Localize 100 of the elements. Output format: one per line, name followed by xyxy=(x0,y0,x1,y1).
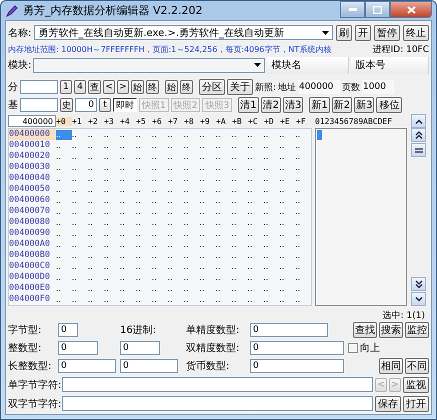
byte-cell[interactable]: .. xyxy=(279,228,296,238)
byte-cell[interactable]: .. xyxy=(88,272,104,282)
byte-cell[interactable]: .. xyxy=(279,162,296,172)
byte-cell[interactable]: .. xyxy=(152,228,168,238)
nav-button[interactable]: 1 xyxy=(60,80,72,94)
byte-cell[interactable]: .. xyxy=(279,196,296,206)
byte-cell[interactable]: .. xyxy=(295,228,312,238)
byte-cell[interactable]: .. xyxy=(279,284,296,294)
byte-cell[interactable]: .. xyxy=(72,262,88,272)
byte-cell[interactable]: .. xyxy=(56,206,72,216)
byte-cell[interactable]: .. xyxy=(72,206,88,216)
byte-cell[interactable]: .. xyxy=(263,272,280,282)
byte-cell[interactable]: .. xyxy=(168,250,184,260)
byte-cell[interactable]: .. xyxy=(72,196,88,206)
byte-cell[interactable]: .. xyxy=(295,272,312,282)
byte-cell[interactable]: .. xyxy=(247,294,264,304)
address-field[interactable]: 400000 xyxy=(298,80,340,94)
toolbar-button[interactable]: 保存 xyxy=(375,396,401,412)
byte-cell[interactable]: .. xyxy=(231,174,248,184)
byte-cell[interactable]: .. xyxy=(231,262,248,272)
toolbar-button[interactable]: 清2 xyxy=(260,97,281,113)
byte-cell[interactable]: .. xyxy=(183,140,200,150)
history-button[interactable]: 史 xyxy=(60,98,73,112)
byte-cell[interactable]: .. xyxy=(120,262,136,272)
page-down-button[interactable] xyxy=(411,277,426,291)
byte-cell[interactable]: .. xyxy=(136,294,152,304)
byte-cell[interactable]: .. xyxy=(183,162,200,172)
byte-cell[interactable]: .. xyxy=(72,174,88,184)
byte-cell[interactable]: .. xyxy=(72,294,88,304)
byte-cell[interactable]: .. xyxy=(199,206,216,216)
byte-cell[interactable]: .. xyxy=(199,174,216,184)
toolbar-button[interactable]: 新3 xyxy=(354,97,374,113)
byte-cell[interactable]: .. xyxy=(88,294,104,304)
byte-cell[interactable]: .. xyxy=(56,174,72,184)
byte-cell[interactable]: .. xyxy=(120,250,136,260)
byte-cell[interactable]: .. xyxy=(136,206,152,216)
byte-cell[interactable]: .. xyxy=(231,140,248,150)
byte-cell[interactable]: .. xyxy=(168,206,184,216)
byte-cell[interactable]: .. xyxy=(183,250,200,260)
byte-cell[interactable]: .. xyxy=(199,284,216,294)
byte-cell[interactable]: .. xyxy=(72,240,88,250)
byte-cell[interactable]: .. xyxy=(120,206,136,216)
byte-cell[interactable]: .. xyxy=(247,130,264,140)
byte-cell[interactable]: .. xyxy=(168,140,184,150)
center-button[interactable] xyxy=(411,143,426,157)
byte-cell[interactable]: .. xyxy=(279,152,296,162)
byte-cell[interactable]: .. xyxy=(88,284,104,294)
nav-button[interactable]: 始 xyxy=(165,80,178,94)
long-hex-field[interactable]: 0 xyxy=(120,359,178,373)
byte-cell[interactable]: .. xyxy=(295,294,312,304)
byte-cell[interactable]: .. xyxy=(152,240,168,250)
byte-cell[interactable]: .. xyxy=(263,162,280,172)
module-dropdown[interactable] xyxy=(33,58,266,72)
byte-cell[interactable]: .. xyxy=(88,174,104,184)
byte-cell[interactable]: .. xyxy=(231,218,248,228)
byte-cell[interactable]: .. xyxy=(231,284,248,294)
byte-cell[interactable]: .. xyxy=(215,284,232,294)
byte-cell[interactable]: .. xyxy=(152,284,168,294)
byte-cell[interactable]: .. xyxy=(56,152,72,162)
minimize-button[interactable] xyxy=(340,1,365,18)
byte-cell[interactable]: .. xyxy=(104,140,120,150)
byte-cell[interactable]: .. xyxy=(295,206,312,216)
byte-cell[interactable]: .. xyxy=(183,206,200,216)
byte-cell[interactable]: .. xyxy=(247,250,264,260)
byte-cell[interactable]: .. xyxy=(120,130,136,140)
byte-cell[interactable]: .. xyxy=(152,294,168,304)
byte-cell[interactable]: .. xyxy=(56,262,72,272)
byte-cell[interactable]: .. xyxy=(104,228,120,238)
byte-cell[interactable]: .. xyxy=(199,152,216,162)
nav-button[interactable]: > xyxy=(117,80,129,94)
byte-cell[interactable]: .. xyxy=(168,272,184,282)
byte-cell[interactable]: .. xyxy=(199,130,216,140)
byte-cell[interactable]: .. xyxy=(104,196,120,206)
byte-cell[interactable]: .. xyxy=(120,196,136,206)
byte-cell[interactable]: .. xyxy=(168,262,184,272)
byte-cell[interactable]: .. xyxy=(295,218,312,228)
byte-cell[interactable]: .. xyxy=(247,240,264,250)
byte-cell[interactable]: .. xyxy=(56,272,72,282)
byte-cell[interactable]: .. xyxy=(88,240,104,250)
byte-cell[interactable]: .. xyxy=(263,130,280,140)
byte-cell[interactable]: .. xyxy=(215,130,232,140)
byte-cell[interactable]: .. xyxy=(263,140,280,150)
byte-cell[interactable]: .. xyxy=(199,184,216,194)
byte-cell[interactable]: .. xyxy=(247,262,264,272)
byte-cell[interactable]: .. xyxy=(120,218,136,228)
byte-cell[interactable]: .. xyxy=(104,152,120,162)
byte-cell[interactable]: .. xyxy=(136,272,152,282)
byte-cell[interactable]: .. xyxy=(295,184,312,194)
byte-cell[interactable]: .. xyxy=(279,174,296,184)
byte-cell[interactable]: .. xyxy=(231,272,248,282)
single-byte-field[interactable] xyxy=(62,377,373,392)
byte-cell[interactable]: .. xyxy=(263,196,280,206)
byte-cell[interactable]: .. xyxy=(136,162,152,172)
byte-cell[interactable]: .. xyxy=(183,174,200,184)
upward-checkbox[interactable]: 向上 xyxy=(348,341,429,355)
byte-cell[interactable]: .. xyxy=(295,196,312,206)
scroll-up-button[interactable] xyxy=(411,114,426,128)
byte-cell[interactable]: .. xyxy=(215,174,232,184)
byte-cell[interactable]: .. xyxy=(263,250,280,260)
toolbar-button[interactable]: 搜索 xyxy=(379,322,403,338)
